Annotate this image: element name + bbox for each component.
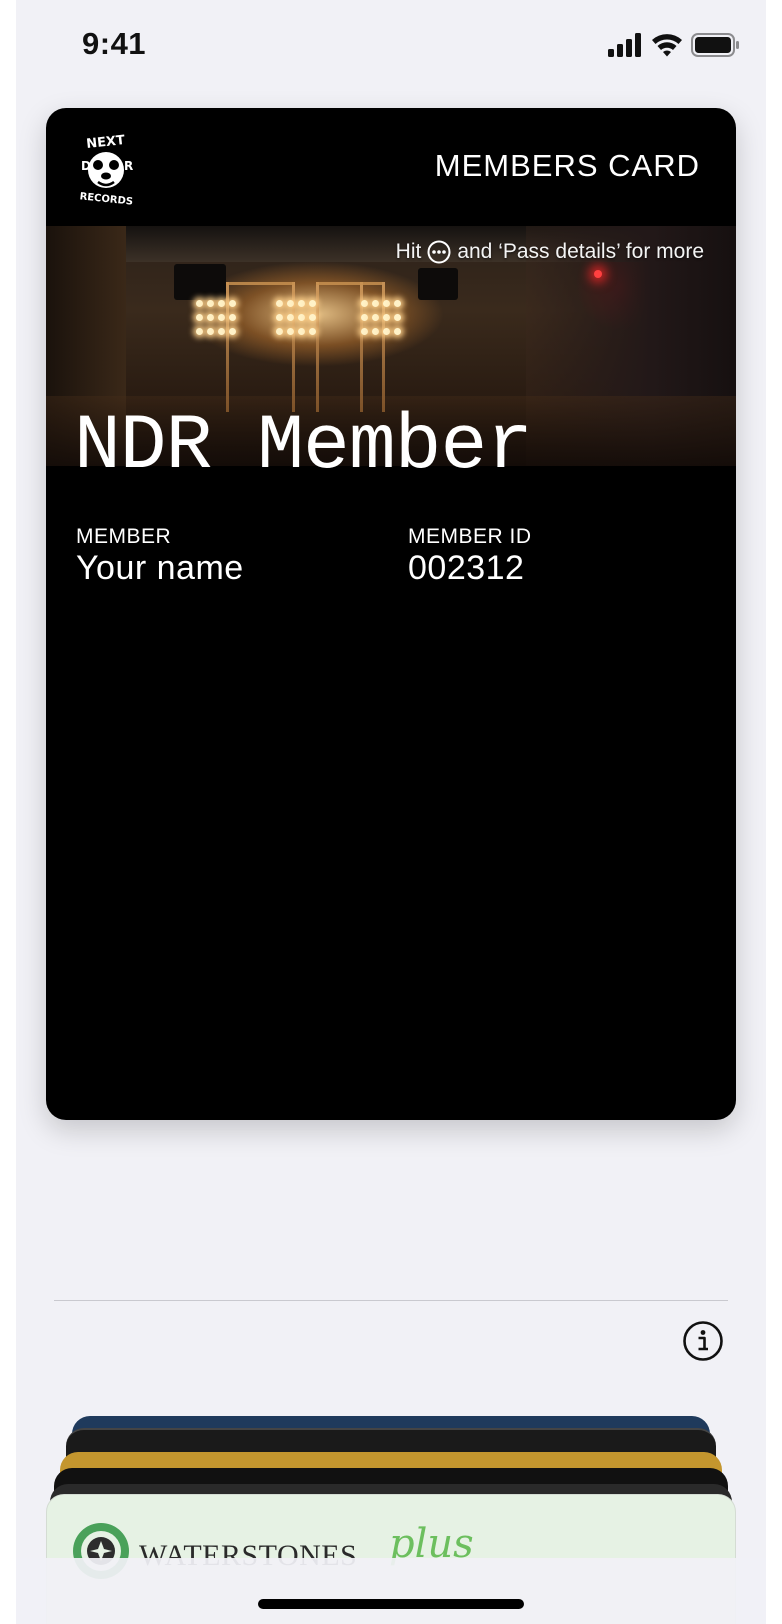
marquee-bulb bbox=[298, 314, 305, 321]
marquee-bulb bbox=[196, 328, 203, 335]
marquee-lights bbox=[196, 296, 406, 342]
hint-text-before: Hit bbox=[395, 240, 422, 263]
marquee-bulb bbox=[207, 328, 214, 335]
marquee-bulb bbox=[218, 300, 225, 307]
marquee-bulb bbox=[196, 300, 203, 307]
pass-details-hint: Hit and ‘Pass details’ for more bbox=[396, 240, 704, 264]
speaker-left bbox=[174, 264, 226, 300]
pass-primary-title: NDR Member bbox=[74, 403, 533, 491]
svg-text:NEXT: NEXT bbox=[86, 133, 126, 152]
member-id-label: MEMBER ID bbox=[408, 525, 532, 548]
marquee-bulb bbox=[394, 328, 401, 335]
marquee-bulb bbox=[207, 300, 214, 307]
member-field: MEMBER Your name bbox=[76, 526, 244, 588]
pipe bbox=[226, 282, 294, 285]
marquee-bulb bbox=[207, 314, 214, 321]
marquee-bulb bbox=[383, 314, 390, 321]
hint-text-after: and ‘Pass details’ for more bbox=[457, 240, 704, 263]
signal-icon bbox=[608, 33, 641, 57]
marquee-bulb bbox=[383, 328, 390, 335]
member-label: MEMBER bbox=[76, 525, 172, 548]
speaker-right bbox=[418, 268, 458, 300]
svg-text:D: D bbox=[81, 159, 91, 173]
ellipsis-circle-icon bbox=[427, 240, 451, 264]
marquee-bulb bbox=[394, 314, 401, 321]
divider bbox=[54, 1300, 728, 1301]
info-circle-icon[interactable] bbox=[682, 1320, 724, 1362]
marquee-bulb bbox=[229, 328, 236, 335]
marquee-bulb bbox=[276, 300, 283, 307]
marquee-bulb bbox=[287, 328, 294, 335]
member-id-value: 002312 bbox=[408, 549, 525, 587]
marquee-bulb bbox=[372, 300, 379, 307]
marquee-bulb bbox=[298, 300, 305, 307]
svg-text:R: R bbox=[124, 159, 133, 173]
marquee-bulb bbox=[309, 314, 316, 321]
marquee-bulb bbox=[383, 300, 390, 307]
marquee-bulb bbox=[229, 300, 236, 307]
next-door-records-logo: NEXT D R RECORDS bbox=[79, 133, 133, 208]
card-type: MEMBERS CARD bbox=[434, 148, 700, 183]
marquee-bulb bbox=[218, 314, 225, 321]
marquee-bulb bbox=[361, 328, 368, 335]
marquee-bulb bbox=[309, 328, 316, 335]
marquee-bulb bbox=[309, 300, 316, 307]
pipe bbox=[316, 282, 382, 285]
marquee-bulb bbox=[298, 328, 305, 335]
marquee-bulb bbox=[276, 314, 283, 321]
marquee-bulb bbox=[372, 314, 379, 321]
marquee-bulb bbox=[394, 300, 401, 307]
marquee-bulb bbox=[372, 328, 379, 335]
member-id-field: MEMBER ID 002312 bbox=[408, 526, 532, 588]
marquee-bulb bbox=[229, 314, 236, 321]
marquee-bulb bbox=[361, 300, 368, 307]
status-icons-svg bbox=[608, 33, 739, 57]
status-time: 9:41 bbox=[82, 26, 147, 61]
members-pass[interactable]: NEXT D R RECORDS MEMBERS CARD Hit and ‘P… bbox=[46, 108, 736, 1120]
status-icons bbox=[608, 32, 740, 58]
wallet-screen: 9:41 NEXT D R RECORDS MEMBERS CARD Hit a… bbox=[16, 0, 766, 1624]
wifi-icon bbox=[652, 34, 682, 57]
home-indicator[interactable] bbox=[258, 1599, 524, 1609]
member-name: Your name bbox=[76, 549, 244, 587]
marquee-bulb bbox=[218, 328, 225, 335]
bottom-fade bbox=[16, 1558, 766, 1624]
marquee-bulb bbox=[287, 314, 294, 321]
marquee-bulb bbox=[196, 314, 203, 321]
battery-icon bbox=[691, 33, 739, 57]
marquee-bulb bbox=[287, 300, 294, 307]
marquee-bulb bbox=[361, 314, 368, 321]
red-light bbox=[594, 270, 602, 278]
svg-text:RECORDS: RECORDS bbox=[79, 191, 133, 208]
marquee-bulb bbox=[276, 328, 283, 335]
